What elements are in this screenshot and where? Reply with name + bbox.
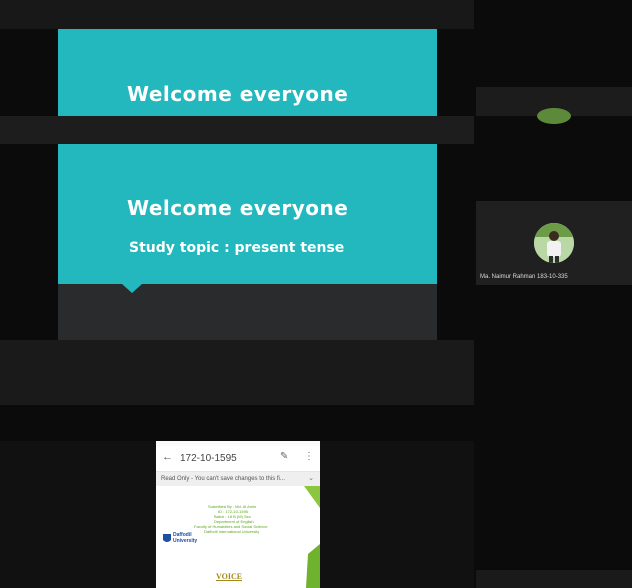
document-title: 172-10-1595	[180, 453, 237, 464]
slide-title-upper: Welcome everyone	[127, 82, 349, 106]
read-only-banner: Read Only - You can't save changes to th…	[156, 472, 320, 486]
participant-avatar	[534, 223, 574, 263]
shield-icon	[163, 534, 171, 542]
kebab-menu-icon[interactable]: ⋮	[304, 451, 314, 462]
doc-line-6: Daffodil International University	[204, 529, 260, 534]
participant-tile-empty	[476, 570, 632, 588]
participant-avatar-partial	[537, 108, 571, 124]
university-logo: Daffodil University	[162, 530, 198, 550]
participant-tile[interactable]: Ma. Naimur Rahman 183-10-335	[476, 201, 632, 285]
read-only-text: Read Only - You can't save changes to th…	[161, 476, 285, 482]
phone-app-bar: ← 172-10-1595 ✎ ⋮	[156, 441, 320, 472]
voice-heading: VOICE	[216, 572, 243, 581]
shared-slide-upper: Welcome everyone	[58, 29, 437, 116]
back-arrow-icon[interactable]: ←	[162, 451, 173, 463]
slide-footer	[58, 284, 437, 340]
screen-glitch-band	[0, 116, 474, 144]
phone-screen-share: ← 172-10-1595 ✎ ⋮ Read Only - You can't …	[156, 441, 320, 588]
slide-notch	[122, 284, 142, 293]
lower-band	[0, 340, 474, 405]
person-photo-icon	[534, 223, 574, 263]
top-band	[0, 0, 474, 29]
slide-subtitle: Study topic : present tense	[129, 240, 345, 256]
document-page: Submitted By : Md. Al Amin ID : 172-10-1…	[156, 486, 320, 588]
chevron-down-icon[interactable]: ⌄	[308, 472, 314, 486]
status-bar	[156, 441, 320, 446]
slide-title: Welcome everyone	[127, 196, 349, 220]
participant-tile-partial[interactable]	[476, 87, 632, 124]
shared-slide: Welcome everyone Study topic : present t…	[58, 144, 437, 284]
participant-name: Ma. Naimur Rahman 183-10-335	[480, 274, 568, 280]
university-logo-text: Daffodil University	[173, 532, 198, 544]
pencil-icon[interactable]: ✎	[280, 451, 288, 462]
